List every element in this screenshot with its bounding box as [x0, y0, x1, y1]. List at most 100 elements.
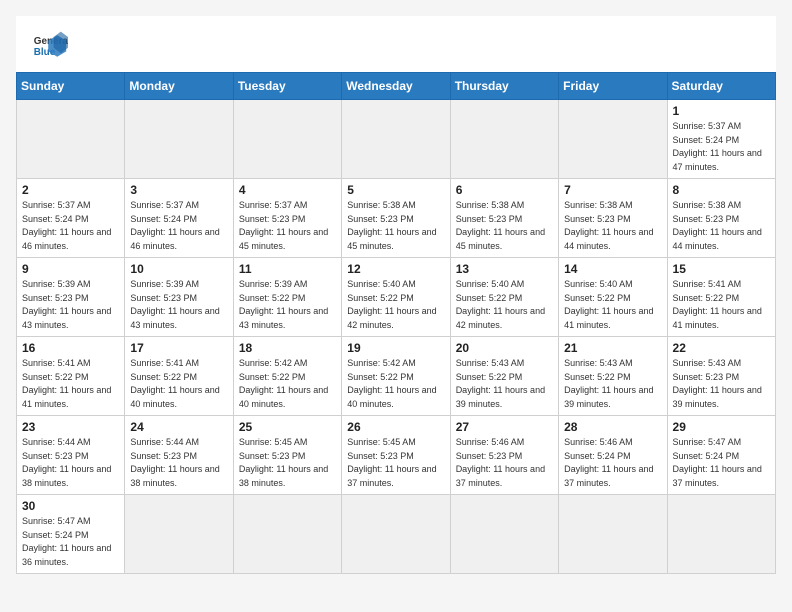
calendar-cell	[233, 100, 341, 179]
day-info: Sunrise: 5:37 AMSunset: 5:23 PMDaylight:…	[239, 199, 336, 253]
day-info: Sunrise: 5:37 AMSunset: 5:24 PMDaylight:…	[130, 199, 227, 253]
calendar-cell: 12 Sunrise: 5:40 AMSunset: 5:22 PMDayligh…	[342, 258, 450, 337]
day-info: Sunrise: 5:44 AMSunset: 5:23 PMDaylight:…	[130, 436, 227, 490]
calendar-cell: 20 Sunrise: 5:43 AMSunset: 5:22 PMDayligh…	[450, 337, 558, 416]
calendar-cell: 26 Sunrise: 5:45 AMSunset: 5:23 PMDayligh…	[342, 416, 450, 495]
calendar-cell	[342, 495, 450, 574]
day-info: Sunrise: 5:43 AMSunset: 5:22 PMDaylight:…	[456, 357, 553, 411]
day-number: 18	[239, 341, 336, 355]
calendar-cell: 14 Sunrise: 5:40 AMSunset: 5:22 PMDayligh…	[559, 258, 667, 337]
day-info: Sunrise: 5:38 AMSunset: 5:23 PMDaylight:…	[673, 199, 770, 253]
calendar-cell: 10 Sunrise: 5:39 AMSunset: 5:23 PMDayligh…	[125, 258, 233, 337]
day-number: 1	[673, 104, 770, 118]
day-info: Sunrise: 5:38 AMSunset: 5:23 PMDaylight:…	[564, 199, 661, 253]
day-number: 17	[130, 341, 227, 355]
day-info: Sunrise: 5:46 AMSunset: 5:24 PMDaylight:…	[564, 436, 661, 490]
weekday-header-tuesday: Tuesday	[233, 73, 341, 100]
calendar-cell: 11Sunrise: 5:39 AMSunset: 5:22 PMDayligh…	[233, 258, 341, 337]
day-number: 15	[673, 262, 770, 276]
weekday-header-thursday: Thursday	[450, 73, 558, 100]
calendar-row: 2Sunrise: 5:37 AMSunset: 5:24 PMDaylight…	[17, 179, 776, 258]
day-number: 7	[564, 183, 661, 197]
calendar-cell: 8 Sunrise: 5:38 AMSunset: 5:23 PMDaylight…	[667, 179, 775, 258]
day-number: 24	[130, 420, 227, 434]
calendar-row: 9 Sunrise: 5:39 AMSunset: 5:23 PMDaylight…	[17, 258, 776, 337]
day-number: 3	[130, 183, 227, 197]
calendar-cell	[233, 495, 341, 574]
calendar-cell: 2Sunrise: 5:37 AMSunset: 5:24 PMDaylight…	[17, 179, 125, 258]
day-number: 27	[456, 420, 553, 434]
calendar-cell	[125, 100, 233, 179]
calendar-cell: 18 Sunrise: 5:42 AMSunset: 5:22 PMDayligh…	[233, 337, 341, 416]
calendar-cell	[450, 495, 558, 574]
day-info: Sunrise: 5:43 AMSunset: 5:23 PMDaylight:…	[673, 357, 770, 411]
calendar-cell: 25 Sunrise: 5:45 AMSunset: 5:23 PMDayligh…	[233, 416, 341, 495]
day-info: Sunrise: 5:45 AMSunset: 5:23 PMDaylight:…	[239, 436, 336, 490]
calendar-cell	[559, 495, 667, 574]
calendar-row: 1Sunrise: 5:37 AMSunset: 5:24 PMDaylight…	[17, 100, 776, 179]
calendar-cell: 15Sunrise: 5:41 AMSunset: 5:22 PMDayligh…	[667, 258, 775, 337]
calendar-cell: 3 Sunrise: 5:37 AMSunset: 5:24 PMDaylight…	[125, 179, 233, 258]
weekday-header-friday: Friday	[559, 73, 667, 100]
calendar-cell: 7 Sunrise: 5:38 AMSunset: 5:23 PMDaylight…	[559, 179, 667, 258]
calendar-page: General Blue SundayMondayTuesdayWednesda…	[16, 16, 776, 574]
calendar-cell	[667, 495, 775, 574]
weekday-header-monday: Monday	[125, 73, 233, 100]
day-number: 16	[22, 341, 119, 355]
calendar-cell: 21 Sunrise: 5:43 AMSunset: 5:22 PMDayligh…	[559, 337, 667, 416]
weekday-header-row: SundayMondayTuesdayWednesdayThursdayFrid…	[17, 73, 776, 100]
calendar-cell	[125, 495, 233, 574]
day-number: 11	[239, 262, 336, 276]
calendar-cell: 17 Sunrise: 5:41 AMSunset: 5:22 PMDayligh…	[125, 337, 233, 416]
day-number: 10	[130, 262, 227, 276]
day-info: Sunrise: 5:40 AMSunset: 5:22 PMDaylight:…	[347, 278, 444, 332]
calendar-cell: 9Sunrise: 5:39 AMSunset: 5:23 PMDaylight…	[17, 258, 125, 337]
day-number: 12	[347, 262, 444, 276]
weekday-header-sunday: Sunday	[17, 73, 125, 100]
day-number: 25	[239, 420, 336, 434]
day-info: Sunrise: 5:41 AMSunset: 5:22 PMDaylight:…	[22, 357, 119, 411]
day-number: 9	[22, 262, 119, 276]
calendar-cell: 16 Sunrise: 5:41 AMSunset: 5:22 PMDayligh…	[17, 337, 125, 416]
logo: General Blue	[32, 28, 68, 64]
page-header: General Blue	[16, 16, 776, 72]
calendar-cell: 22Sunrise: 5:43 AMSunset: 5:23 PMDayligh…	[667, 337, 775, 416]
day-number: 23	[22, 420, 119, 434]
day-number: 8	[673, 183, 770, 197]
day-info: Sunrise: 5:45 AMSunset: 5:23 PMDaylight:…	[347, 436, 444, 490]
day-info: Sunrise: 5:40 AMSunset: 5:22 PMDaylight:…	[456, 278, 553, 332]
day-info: Sunrise: 5:42 AMSunset: 5:22 PMDaylight:…	[239, 357, 336, 411]
day-number: 13	[456, 262, 553, 276]
day-number: 28	[564, 420, 661, 434]
calendar-row: 23 Sunrise: 5:44 AMSunset: 5:23 PMDayligh…	[17, 416, 776, 495]
day-info: Sunrise: 5:43 AMSunset: 5:22 PMDaylight:…	[564, 357, 661, 411]
day-number: 4	[239, 183, 336, 197]
day-info: Sunrise: 5:40 AMSunset: 5:22 PMDaylight:…	[564, 278, 661, 332]
calendar-cell: 19Sunrise: 5:42 AMSunset: 5:22 PMDayligh…	[342, 337, 450, 416]
day-info: Sunrise: 5:42 AMSunset: 5:22 PMDaylight:…	[347, 357, 444, 411]
day-info: Sunrise: 5:39 AMSunset: 5:23 PMDaylight:…	[130, 278, 227, 332]
day-info: Sunrise: 5:37 AMSunset: 5:24 PMDaylight:…	[22, 199, 119, 253]
calendar-cell: 28 Sunrise: 5:46 AMSunset: 5:24 PMDayligh…	[559, 416, 667, 495]
calendar-cell	[450, 100, 558, 179]
day-number: 30	[22, 499, 119, 513]
day-number: 26	[347, 420, 444, 434]
calendar-row: 30Sunrise: 5:47 AMSunset: 5:24 PMDayligh…	[17, 495, 776, 574]
calendar-cell: 5Sunrise: 5:38 AMSunset: 5:23 PMDaylight…	[342, 179, 450, 258]
weekday-header-saturday: Saturday	[667, 73, 775, 100]
calendar-cell: 30Sunrise: 5:47 AMSunset: 5:24 PMDayligh…	[17, 495, 125, 574]
day-number: 14	[564, 262, 661, 276]
calendar-cell	[342, 100, 450, 179]
day-number: 5	[347, 183, 444, 197]
calendar-row: 16 Sunrise: 5:41 AMSunset: 5:22 PMDayligh…	[17, 337, 776, 416]
calendar-cell: 13 Sunrise: 5:40 AMSunset: 5:22 PMDayligh…	[450, 258, 558, 337]
day-info: Sunrise: 5:41 AMSunset: 5:22 PMDaylight:…	[130, 357, 227, 411]
calendar-cell: 27Sunrise: 5:46 AMSunset: 5:23 PMDayligh…	[450, 416, 558, 495]
calendar-cell: 4 Sunrise: 5:37 AMSunset: 5:23 PMDaylight…	[233, 179, 341, 258]
calendar-cell	[559, 100, 667, 179]
calendar-cell: 1Sunrise: 5:37 AMSunset: 5:24 PMDaylight…	[667, 100, 775, 179]
calendar-cell: 6Sunrise: 5:38 AMSunset: 5:23 PMDaylight…	[450, 179, 558, 258]
day-number: 21	[564, 341, 661, 355]
day-number: 6	[456, 183, 553, 197]
day-number: 20	[456, 341, 553, 355]
